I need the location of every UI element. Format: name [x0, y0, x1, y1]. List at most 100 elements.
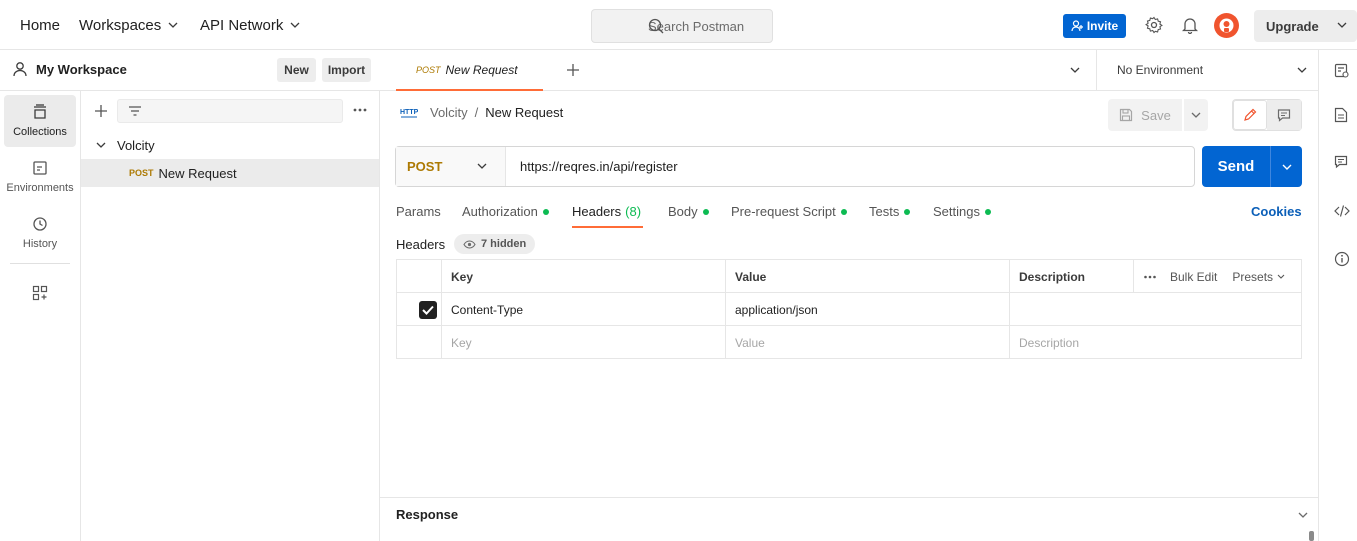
- response-pane: Response: [380, 497, 1318, 541]
- save-button[interactable]: Save: [1108, 99, 1182, 131]
- status-dot: [984, 209, 991, 215]
- environment-quicklook-icon[interactable]: [1334, 63, 1350, 79]
- chevron-down-icon[interactable]: [96, 142, 106, 148]
- collection-name: Volcity: [117, 137, 155, 153]
- import-button[interactable]: Import: [322, 58, 371, 82]
- chevron-down-icon: [168, 22, 178, 28]
- tab-settings[interactable]: Settings: [933, 196, 991, 228]
- environments-icon: [32, 160, 48, 176]
- breadcrumb-collection[interactable]: Volcity: [430, 105, 468, 120]
- chevron-down-icon: [477, 163, 487, 169]
- status-dot: [840, 209, 847, 215]
- header-enabled-checkbox[interactable]: [419, 301, 437, 319]
- send-button-group: Send: [1202, 146, 1302, 187]
- header-key-cell[interactable]: Content-Type: [441, 293, 725, 326]
- environment-label: No Environment: [1117, 63, 1204, 77]
- comment-icon: [1277, 108, 1291, 122]
- more-options-icon[interactable]: [1144, 275, 1156, 279]
- presets-dropdown[interactable]: Presets: [1232, 270, 1273, 284]
- chevron-down-icon: [1297, 67, 1307, 73]
- chevron-down-icon: [290, 22, 300, 28]
- url-input[interactable]: https://reqres.in/api/register: [506, 147, 1194, 186]
- settings-gear-icon[interactable]: [1145, 16, 1163, 34]
- nav-home[interactable]: Home: [20, 0, 60, 50]
- search-bar[interactable]: Search Postman: [591, 9, 773, 43]
- rail-label-environments: Environments: [6, 182, 74, 194]
- comments-mode-button[interactable]: [1267, 100, 1301, 130]
- scrollbar-thumb[interactable]: [1309, 531, 1314, 541]
- more-options-icon[interactable]: [353, 108, 367, 112]
- response-title[interactable]: Response: [396, 507, 458, 522]
- breadcrumb: HTTP Volcity / New Request: [400, 104, 563, 120]
- table-row-new: Key Value Description: [397, 326, 1301, 359]
- environment-select[interactable]: No Environment: [1096, 50, 1318, 91]
- avatar[interactable]: [1214, 13, 1239, 38]
- tab-authorization-label: Authorization: [462, 204, 538, 219]
- method-select[interactable]: POST: [396, 147, 506, 186]
- tree-request-new-request[interactable]: POST New Request: [81, 159, 379, 187]
- add-collection-icon[interactable]: [94, 104, 108, 118]
- new-header-value-input[interactable]: Value: [725, 326, 1009, 359]
- history-icon: [32, 216, 48, 232]
- tab-body-label: Body: [668, 204, 698, 219]
- table-row: Content-Type application/json: [397, 293, 1301, 326]
- send-button[interactable]: Send: [1202, 158, 1270, 175]
- new-tab-plus-icon[interactable]: [566, 63, 580, 77]
- nav-home-label: Home: [20, 16, 61, 34]
- eye-icon: [463, 239, 476, 249]
- tab-body[interactable]: Body: [668, 196, 709, 228]
- rail-label-history: History: [22, 238, 58, 250]
- upgrade-button[interactable]: Upgrade: [1254, 10, 1357, 42]
- tab-tests[interactable]: Tests: [869, 196, 911, 228]
- upgrade-label: Upgrade: [1266, 18, 1319, 34]
- headers-count-badge: (8): [625, 204, 642, 219]
- tab-headers[interactable]: Headers (8): [572, 196, 643, 228]
- tab-params-label: Params: [396, 204, 441, 219]
- rail-item-collections[interactable]: Collections: [4, 95, 76, 147]
- header-value-cell[interactable]: application/json: [725, 293, 1009, 326]
- comments-icon[interactable]: [1334, 155, 1348, 169]
- new-header-description-input[interactable]: Description: [1009, 326, 1301, 359]
- url-bar: POST https://reqres.in/api/register: [395, 146, 1195, 187]
- new-button-label: New: [284, 63, 309, 77]
- edit-mode-toggle: [1232, 99, 1302, 131]
- tab-new-request[interactable]: POST New Request: [396, 50, 543, 91]
- configure-workbench-icon[interactable]: [32, 285, 48, 301]
- status-dot: [542, 209, 549, 215]
- header-description-cell[interactable]: [1009, 293, 1301, 326]
- method-badge: POST: [129, 168, 154, 178]
- filter-input[interactable]: [117, 99, 343, 123]
- rail-item-history[interactable]: History: [4, 207, 76, 259]
- nav-api-network[interactable]: API Network: [200, 0, 300, 50]
- checkmark-icon: [422, 305, 434, 315]
- table-actions: Bulk Edit Presets: [1133, 260, 1301, 293]
- code-snippet-icon[interactable]: [1334, 204, 1350, 218]
- info-icon[interactable]: [1334, 251, 1350, 267]
- tab-params[interactable]: Params: [396, 196, 441, 228]
- add-user-icon: [1071, 20, 1083, 32]
- save-options-button[interactable]: [1184, 99, 1208, 131]
- tabs-overflow-chevron-icon[interactable]: [1070, 67, 1080, 73]
- request-name: New Request: [158, 165, 237, 181]
- tab-authorization[interactable]: Authorization: [462, 196, 549, 228]
- breadcrumb-request[interactable]: New Request: [485, 105, 563, 120]
- nav-workspaces[interactable]: Workspaces: [79, 0, 178, 50]
- chevron-down-icon[interactable]: [1298, 512, 1308, 518]
- tab-label: New Request: [445, 62, 518, 77]
- tab-prerequest-script[interactable]: Pre-request Script: [731, 196, 847, 228]
- documentation-icon[interactable]: [1334, 107, 1348, 123]
- filter-icon: [128, 105, 142, 117]
- edit-mode-button[interactable]: [1233, 100, 1267, 130]
- cookies-link[interactable]: Cookies: [1251, 204, 1302, 219]
- workspace-title[interactable]: My Workspace: [36, 62, 127, 77]
- tree-collection-volcity[interactable]: Volcity: [81, 131, 379, 159]
- chevron-down-icon[interactable]: [1337, 22, 1347, 28]
- new-button[interactable]: New: [277, 58, 316, 82]
- rail-item-environments[interactable]: Environments: [4, 151, 76, 203]
- new-header-key-input[interactable]: Key: [441, 326, 725, 359]
- bulk-edit-link[interactable]: Bulk Edit: [1170, 270, 1217, 284]
- send-options-button[interactable]: [1271, 164, 1302, 170]
- invite-button[interactable]: Invite: [1063, 14, 1126, 38]
- notification-bell-icon[interactable]: [1182, 16, 1198, 34]
- hidden-headers-toggle[interactable]: 7 hidden: [454, 234, 536, 254]
